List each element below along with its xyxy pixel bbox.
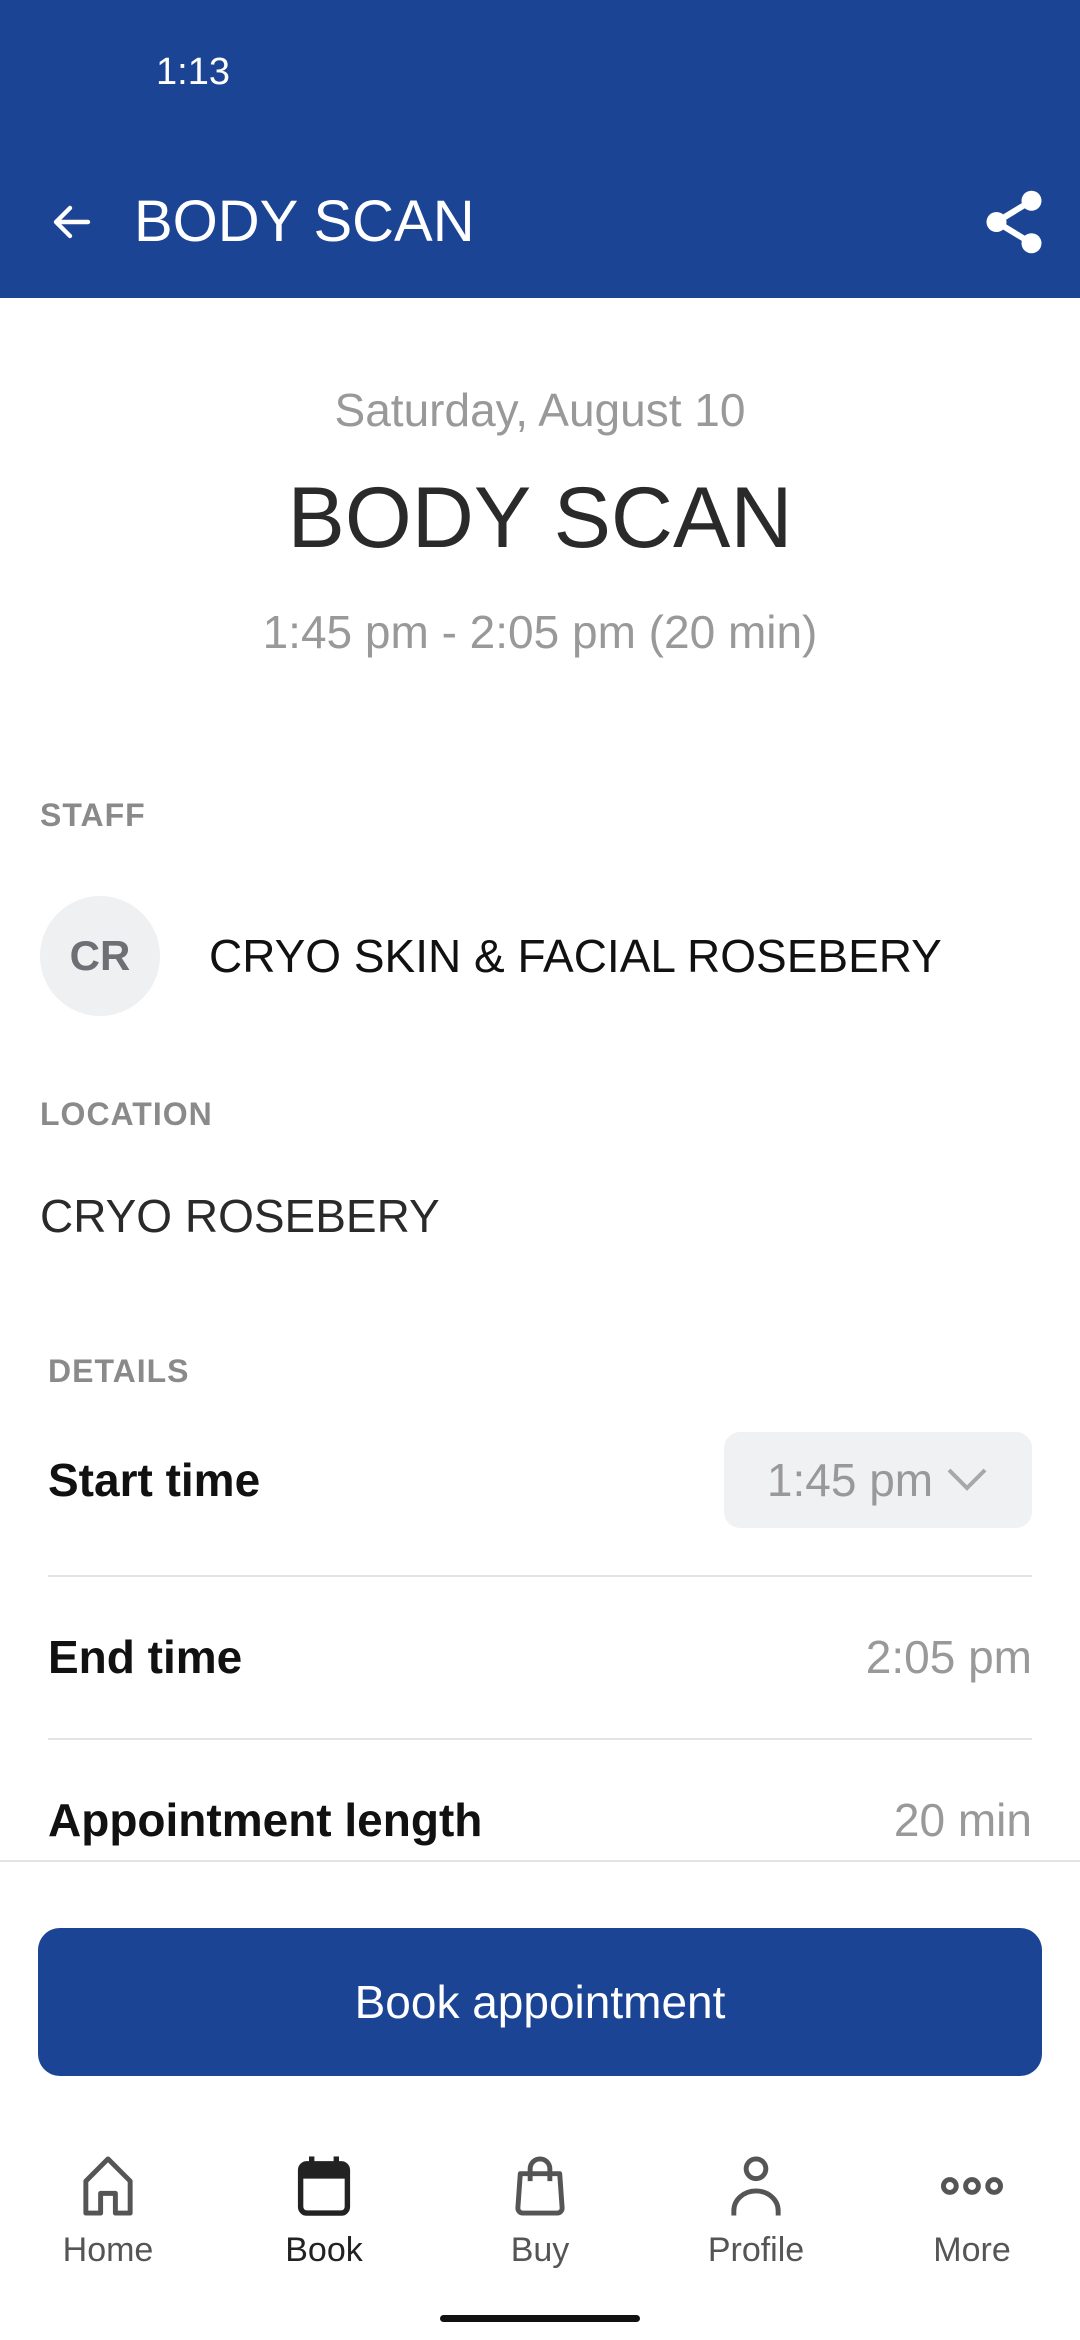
status-bar-time: 1:13 [156, 51, 230, 93]
appointment-length-value: 20 min [893, 1794, 1032, 1846]
start-time-dropdown[interactable]: 1:45 pm [724, 1432, 1032, 1528]
share-icon [986, 190, 1042, 254]
staff-section-label: STAFF [40, 797, 146, 833]
details-section-label: DETAILS [48, 1353, 190, 1389]
nav-item-profile[interactable]: Profile [648, 2150, 864, 2290]
nav-item-home[interactable]: Home [0, 2150, 216, 2290]
more-dots-icon [940, 2177, 1004, 2195]
staff-avatar: CR [40, 896, 160, 1016]
nav-label-more: More [933, 2231, 1011, 2269]
arrow-left-icon [53, 205, 91, 239]
nav-label-buy: Buy [510, 2231, 570, 2269]
start-time-label: Start time [48, 1454, 261, 1506]
end-time-value: 2:05 pm [865, 1631, 1032, 1683]
detail-row-end-time: End time 2:05 pm [48, 1617, 1032, 1697]
nav-label-profile: Profile [707, 2231, 805, 2269]
service-title: BODY SCAN [287, 470, 793, 566]
divider [48, 1575, 1032, 1577]
start-time-value: 1:45 pm [766, 1454, 934, 1506]
detail-row-start-time: Start time 1:45 pm [48, 1432, 1032, 1528]
home-icon [83, 2156, 133, 2216]
book-appointment-button[interactable]: Book appointment [38, 1928, 1042, 2076]
back-button[interactable] [36, 186, 108, 258]
nav-label-book: Book [285, 2231, 363, 2269]
person-icon [731, 2156, 781, 2216]
calendar-icon [297, 2156, 351, 2216]
bottom-navigation: Home Book Buy Profile More [0, 2150, 1080, 2290]
footer-divider [0, 1860, 1080, 1862]
app-bar-title: BODY SCAN [134, 189, 475, 254]
location-section-label: LOCATION [40, 1096, 213, 1132]
appointment-date: Saturday, August 10 [334, 384, 746, 436]
detail-row-appointment-length: Appointment length 20 min [48, 1780, 1032, 1860]
chevron-down-icon [947, 1468, 987, 1491]
end-time-label: End time [48, 1631, 243, 1683]
shopping-bag-icon [515, 2156, 565, 2216]
nav-item-book[interactable]: Book [216, 2150, 432, 2290]
appointment-time-range: 1:45 pm - 2:05 pm (20 min) [262, 606, 818, 658]
divider [48, 1738, 1032, 1740]
app-bar: 1:13 BODY SCAN [0, 0, 1080, 298]
nav-item-buy[interactable]: Buy [432, 2150, 648, 2290]
nav-label-home: Home [62, 2231, 154, 2269]
nav-item-more[interactable]: More [864, 2150, 1080, 2290]
home-indicator[interactable] [440, 2315, 640, 2322]
staff-name: CRYO SKIN & FACIAL ROSEBERY [209, 930, 942, 982]
location-name: CRYO ROSEBERY [40, 1190, 440, 1242]
appointment-length-label: Appointment length [48, 1794, 483, 1846]
share-button[interactable] [976, 180, 1052, 264]
